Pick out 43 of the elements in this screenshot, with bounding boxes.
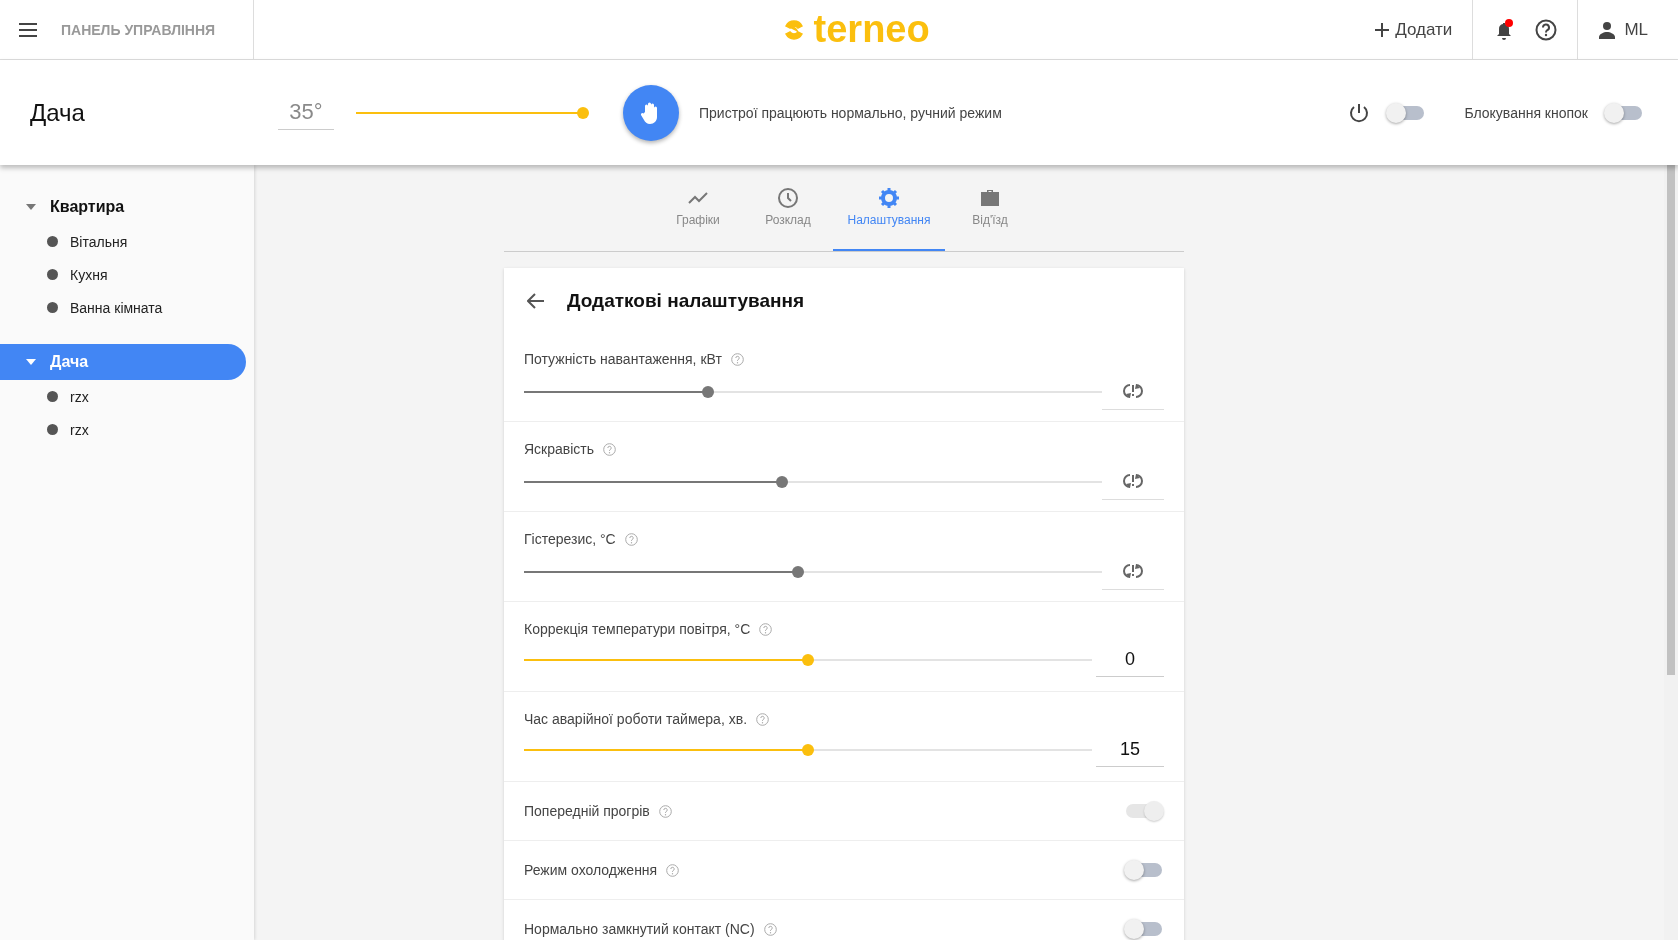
status-text: Пристрої працюють нормально, ручний режим [699, 104, 1002, 121]
help-icon[interactable] [1535, 18, 1558, 41]
room-item[interactable]: Ванна кімната [0, 291, 254, 324]
setting-toggle[interactable] [1126, 922, 1162, 936]
power-toggle[interactable] [1388, 105, 1425, 120]
room-item[interactable]: Вітальня [0, 225, 254, 258]
room-item[interactable]: rzx [0, 413, 254, 446]
reset-icon[interactable] [1123, 382, 1143, 400]
clock-icon [777, 187, 799, 209]
manual-mode-button[interactable] [623, 84, 679, 141]
logo-text: terneo [813, 8, 930, 51]
group-item[interactable]: Квартира [0, 189, 246, 225]
location-title: Дача [30, 98, 86, 127]
reset-icon[interactable] [1123, 472, 1143, 490]
temperature-slider[interactable] [356, 106, 589, 119]
add-button[interactable]: Додати [1375, 19, 1453, 40]
setting-label: Коррекція температури повітря, °C [524, 621, 751, 637]
card-title: Додаткові налаштування [567, 290, 805, 312]
caret-icon [26, 204, 36, 210]
room-item[interactable]: Кухня [0, 258, 254, 291]
user-icon [1598, 20, 1617, 39]
setting-label: Попередній прогрів [524, 803, 650, 819]
setting-toggle[interactable] [1126, 863, 1162, 877]
settings-icon [878, 187, 900, 209]
caret-icon [26, 359, 36, 365]
room-item[interactable]: rzx [0, 380, 254, 413]
setting-label: Яскравість [524, 441, 595, 457]
setting-label: Потужність навантаження, кВт [524, 351, 722, 367]
power-icon [1348, 101, 1371, 124]
group-item[interactable]: Дача [0, 344, 246, 380]
reset-icon[interactable] [1123, 562, 1143, 580]
user-button[interactable]: ML [1598, 19, 1648, 40]
menu-icon[interactable] [19, 22, 37, 37]
setting-label: Час аварійної роботи таймера, хв. [524, 711, 747, 727]
setting-label: Режим охолодження [524, 862, 658, 878]
briefcase-icon [979, 187, 1001, 209]
plus-icon [1375, 22, 1390, 37]
lock-label: Блокування кнопок [1464, 104, 1588, 121]
back-arrow-icon[interactable] [527, 293, 545, 309]
section-title: ПАНЕЛЬ УПРАВЛІННЯ [61, 21, 216, 38]
setting-label: Гістерезис, °C [524, 531, 616, 547]
setting-label: Нормально замкнутий контакт (NC) [524, 921, 755, 937]
lock-toggle[interactable] [1606, 105, 1642, 120]
